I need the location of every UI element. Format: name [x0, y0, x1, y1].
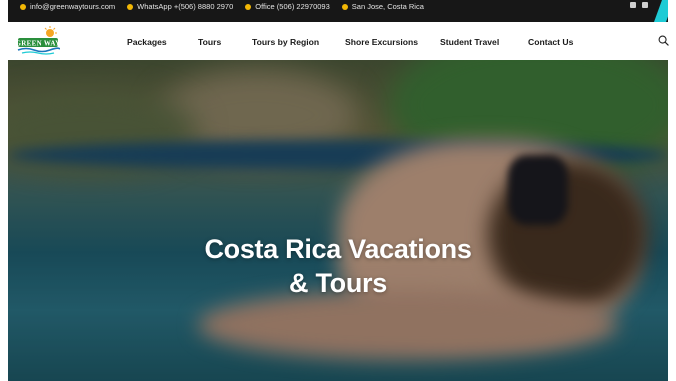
facebook-icon[interactable] — [642, 2, 648, 8]
top-contact-bar: info@greenwaytours.com WhatsApp +(506) 8… — [8, 0, 668, 22]
menu-shore-excursions[interactable]: Shore Excursions — [345, 37, 418, 47]
menu-student-travel[interactable]: Student Travel — [440, 37, 499, 47]
hero-banner: Costa Rica Vacations & Tours — [8, 60, 668, 381]
contact-location-text: San Jose, Costa Rica — [351, 2, 424, 11]
contact-location: San Jose, Costa Rica — [341, 2, 424, 11]
menu-contact-us[interactable]: Contact Us — [528, 37, 573, 47]
menu-tours-by-region[interactable]: Tours by Region — [252, 37, 319, 47]
hero-title: Costa Rica Vacations & Tours — [8, 232, 668, 300]
contact-items: info@greenwaytours.com WhatsApp +(506) 8… — [8, 2, 424, 11]
contact-whatsapp-text: WhatsApp +(506) 8880 2970 — [137, 2, 234, 11]
main-navigation: GREEN WAY Packages Tours Tours by Region… — [0, 22, 676, 60]
menu-tours[interactable]: Tours — [198, 37, 221, 47]
location-icon — [341, 3, 348, 10]
hero-title-line-2: & Tours — [289, 268, 387, 298]
search-icon[interactable] — [658, 35, 669, 46]
mail-icon — [20, 3, 26, 10]
sun-icon — [44, 26, 57, 37]
site-logo[interactable]: GREEN WAY — [16, 25, 60, 57]
contact-email-text: info@greenwaytours.com — [30, 2, 116, 11]
phone-icon — [245, 3, 252, 10]
menu-packages[interactable]: Packages — [127, 37, 167, 47]
whatsapp-icon — [127, 3, 134, 10]
hero-title-line-1: Costa Rica Vacations — [204, 234, 472, 264]
svg-text:GREEN WAY: GREEN WAY — [16, 40, 60, 48]
contact-office-text: Office (506) 22970093 — [255, 2, 330, 11]
contact-email[interactable]: info@greenwaytours.com — [20, 2, 115, 11]
contact-office-phone[interactable]: Office (506) 22970093 — [245, 2, 330, 11]
hero-overlay — [8, 60, 668, 381]
instagram-icon[interactable] — [630, 2, 636, 8]
social-links — [630, 2, 648, 8]
accent-corner — [653, 0, 668, 22]
contact-whatsapp[interactable]: WhatsApp +(506) 8880 2970 — [127, 2, 233, 11]
